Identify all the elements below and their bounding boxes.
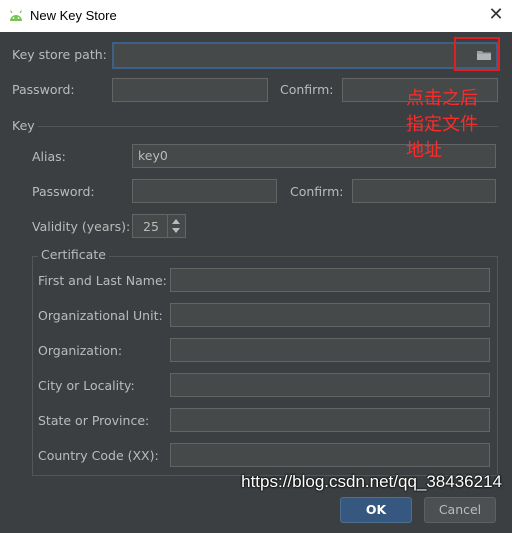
annotation-highlight-box — [454, 37, 500, 71]
key-store-path-input[interactable] — [112, 42, 498, 69]
key-password-field[interactable] — [132, 179, 277, 203]
spinner-up-icon[interactable] — [172, 219, 180, 224]
android-icon — [9, 10, 23, 21]
key-confirm-label: Confirm: — [290, 184, 344, 199]
watermark-text: https://blog.csdn.net/qq_38436214 — [241, 472, 502, 491]
title-bar: New Key Store ✕ — [0, 0, 512, 32]
annotation-line-2: 指定文件 — [406, 114, 478, 135]
ok-button[interactable]: OK — [340, 497, 412, 523]
organizational-unit-field[interactable] — [170, 303, 490, 327]
organization-label: Organization: — [38, 343, 123, 358]
keystore-password-label: Password: — [12, 82, 75, 97]
key-password-label: Password: — [32, 184, 95, 199]
spinner-arrows[interactable] — [167, 215, 185, 237]
annotation-line-3: 地址 — [406, 140, 442, 161]
spinner-down-icon[interactable] — [172, 228, 180, 233]
validity-spinner[interactable]: 25 — [132, 214, 186, 238]
state-province-label: State or Province: — [38, 413, 150, 428]
validity-label: Validity (years): — [32, 219, 131, 234]
validity-value: 25 — [143, 219, 159, 234]
alias-label: Alias: — [32, 149, 66, 164]
new-key-store-dialog: Key store path: Password: Confirm: Key A… — [0, 32, 512, 533]
certificate-group-label: Certificate — [38, 247, 109, 262]
key-section-label: Key — [12, 118, 35, 133]
city-locality-label: City or Locality: — [38, 378, 135, 393]
organizational-unit-label: Organizational Unit: — [38, 308, 163, 323]
close-icon[interactable]: ✕ — [486, 5, 506, 25]
country-code-field[interactable] — [170, 443, 490, 467]
key-store-path-label: Key store path: — [12, 47, 107, 62]
key-confirm-field[interactable] — [352, 179, 496, 203]
keystore-password-field[interactable] — [112, 78, 268, 102]
annotation-line-1: 点击之后 — [406, 88, 478, 109]
keystore-confirm-label: Confirm: — [280, 82, 334, 97]
window-title: New Key Store — [30, 8, 117, 23]
annotation-note: 点击之后 指定文件 地址 — [406, 86, 478, 164]
country-code-label: Country Code (XX): — [38, 448, 159, 463]
first-last-name-label: First and Last Name: — [38, 273, 167, 288]
state-province-field[interactable] — [170, 408, 490, 432]
organization-field[interactable] — [170, 338, 490, 362]
city-locality-field[interactable] — [170, 373, 490, 397]
first-last-name-field[interactable] — [170, 268, 490, 292]
cancel-button[interactable]: Cancel — [424, 497, 496, 523]
